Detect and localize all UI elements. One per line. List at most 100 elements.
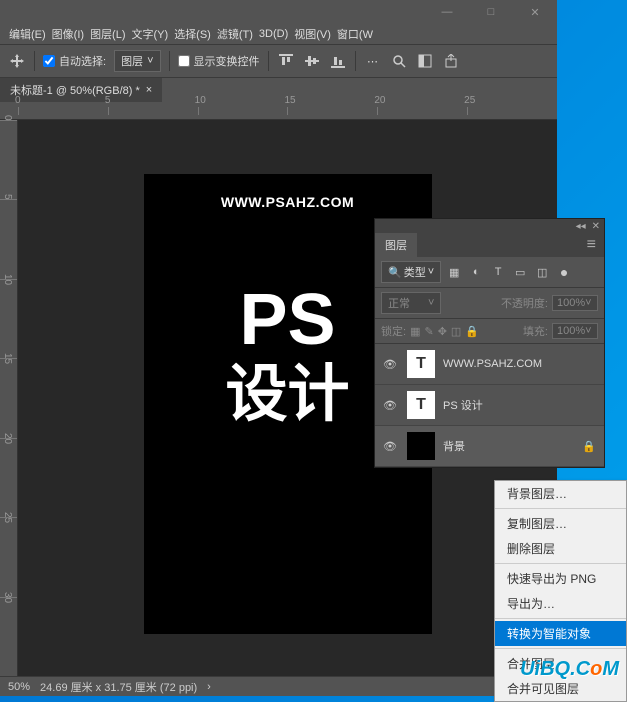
- visibility-icon[interactable]: 👁: [383, 440, 399, 453]
- lock-icon: 🔒: [582, 440, 596, 453]
- canvas-url-text: WWW.PSAHZ.COM: [144, 194, 432, 210]
- doc-title: 未标题-1 @ 50%(RGB/8) *: [10, 82, 140, 98]
- chevron-down-icon: ˅: [147, 55, 153, 67]
- separator: [495, 648, 626, 649]
- separator: [34, 51, 35, 71]
- lock-all-icon[interactable]: 🔒: [465, 325, 479, 338]
- close-button[interactable]: ✕: [513, 0, 557, 24]
- fill-input[interactable]: 100%˅: [552, 323, 598, 339]
- lock-row: 锁定: ▦ ✎ ✥ ◫ 🔒 填充: 100%˅: [375, 319, 604, 344]
- filter-shape-icon[interactable]: ▭: [511, 264, 529, 280]
- menu-filter[interactable]: 滤镜(T): [214, 24, 256, 44]
- separator: [355, 51, 356, 71]
- panel-tabs: 图层 ≡: [375, 233, 604, 257]
- doc-dims: 24.69 厘米 x 31.75 厘米 (72 ppi): [40, 679, 197, 695]
- tab-layers[interactable]: 图层: [375, 233, 417, 257]
- close-tab-icon[interactable]: ×: [146, 84, 152, 96]
- layers-panel: ◂◂ ✕ 图层 ≡ 🔍 类型 ˅ ▦ ◐ T ▭ ◫ ● 正常 ˅ 不透明度: …: [374, 218, 605, 468]
- lock-artboard-icon[interactable]: ◫: [451, 325, 461, 338]
- menu-edit[interactable]: 编辑(E): [6, 24, 49, 44]
- visibility-icon[interactable]: 👁: [383, 358, 399, 371]
- more-icon[interactable]: ⋯: [364, 52, 382, 70]
- layer-filter-row: 🔍 类型 ˅ ▦ ◐ T ▭ ◫ ●: [375, 257, 604, 288]
- text-layer-thumb: T: [407, 391, 435, 419]
- lock-brush-icon[interactable]: ✎: [424, 325, 433, 338]
- horizontal-ruler: 0 5 10 15 20 25: [0, 102, 557, 120]
- text-layer-thumb: T: [407, 350, 435, 378]
- menu-quick-export[interactable]: 快速导出为 PNG: [495, 566, 626, 591]
- move-tool-icon[interactable]: [8, 52, 26, 70]
- filter-toggle-icon[interactable]: ●: [555, 264, 573, 280]
- filter-pixel-icon[interactable]: ▦: [445, 264, 463, 280]
- titlebar: — □ ✕: [0, 0, 557, 24]
- menu-convert-smart[interactable]: 转换为智能对象: [495, 621, 626, 646]
- filter-smart-icon[interactable]: ◫: [533, 264, 551, 280]
- show-transform-input[interactable]: [178, 55, 190, 67]
- menu-export-as[interactable]: 导出为…: [495, 591, 626, 616]
- layer-dropdown[interactable]: 图层 ˅: [114, 50, 160, 72]
- menu-image[interactable]: 图像(I): [49, 24, 87, 44]
- vertical-ruler: 0 5 10 15 20 25 30: [0, 120, 18, 676]
- separator: [495, 618, 626, 619]
- menu-duplicate[interactable]: 复制图层…: [495, 511, 626, 536]
- search-icon[interactable]: [390, 52, 408, 70]
- menubar: 编辑(E) 图像(I) 图层(L) 文字(Y) 选择(S) 滤镜(T) 3D(D…: [0, 24, 557, 44]
- maximize-button[interactable]: □: [469, 0, 513, 24]
- layer-item[interactable]: 👁 T WWW.PSAHZ.COM: [375, 344, 604, 385]
- blend-mode-dropdown[interactable]: 正常 ˅: [381, 292, 441, 314]
- visibility-icon[interactable]: 👁: [383, 399, 399, 412]
- filter-text-icon[interactable]: T: [489, 264, 507, 280]
- chevron-down-icon: ˅: [428, 266, 434, 278]
- opacity-label: 不透明度:: [501, 295, 548, 311]
- watermark: UiBQ.CoM: [520, 658, 619, 681]
- menu-view[interactable]: 视图(V): [291, 24, 334, 44]
- collapse-icon[interactable]: ◂◂: [576, 221, 586, 232]
- separator: [495, 508, 626, 509]
- menu-bg-layer[interactable]: 背景图层…: [495, 481, 626, 506]
- opacity-input[interactable]: 100%˅: [552, 295, 598, 311]
- lock-label: 锁定:: [381, 323, 406, 339]
- lock-pixels-icon[interactable]: ▦: [410, 325, 420, 338]
- share-icon[interactable]: [442, 52, 460, 70]
- layer-item[interactable]: 👁 背景 🔒: [375, 426, 604, 467]
- chevron-down-icon: ˅: [428, 297, 434, 309]
- menu-select[interactable]: 选择(S): [171, 24, 214, 44]
- menu-delete[interactable]: 删除图层: [495, 536, 626, 561]
- separator: [169, 51, 170, 71]
- auto-select-input[interactable]: [43, 55, 55, 67]
- menu-window[interactable]: 窗口(W: [334, 24, 376, 44]
- fill-label: 填充:: [523, 323, 548, 339]
- separator: [495, 563, 626, 564]
- filter-adjust-icon[interactable]: ◐: [467, 264, 485, 280]
- blend-mode-row: 正常 ˅ 不透明度: 100%˅: [375, 288, 604, 319]
- filter-type-dropdown[interactable]: 🔍 类型 ˅: [381, 261, 441, 283]
- align-top-icon[interactable]: [277, 52, 295, 70]
- bg-layer-thumb: [407, 432, 435, 460]
- layer-name[interactable]: WWW.PSAHZ.COM: [443, 358, 542, 370]
- panel-titlebar[interactable]: ◂◂ ✕: [375, 219, 604, 233]
- auto-select-checkbox[interactable]: 自动选择:: [43, 53, 106, 69]
- arrange-icon[interactable]: [416, 52, 434, 70]
- show-transform-label: 显示变换控件: [194, 53, 260, 69]
- menu-layer[interactable]: 图层(L): [87, 24, 128, 44]
- lock-position-icon[interactable]: ✥: [438, 325, 447, 338]
- search-icon: 🔍: [388, 266, 402, 279]
- menu-3d[interactable]: 3D(D): [256, 26, 291, 42]
- panel-menu-icon[interactable]: ≡: [579, 236, 604, 254]
- auto-select-label: 自动选择:: [59, 53, 106, 69]
- chevron-right-icon[interactable]: ›: [207, 681, 211, 693]
- layer-name[interactable]: 背景: [443, 438, 465, 454]
- zoom-value[interactable]: 50%: [8, 681, 30, 693]
- minimize-button[interactable]: —: [425, 0, 469, 24]
- align-vcenter-icon[interactable]: [303, 52, 321, 70]
- toolbar: 自动选择: 图层 ˅ 显示变换控件 ⋯: [0, 44, 557, 78]
- document-tab[interactable]: 未标题-1 @ 50%(RGB/8) * ×: [0, 78, 162, 102]
- panel-close-icon[interactable]: ✕: [592, 221, 600, 232]
- statusbar: 50% 24.69 厘米 x 31.75 厘米 (72 ppi) ›: [0, 676, 557, 696]
- separator: [268, 51, 269, 71]
- align-bottom-icon[interactable]: [329, 52, 347, 70]
- layer-item[interactable]: 👁 T PS 设计: [375, 385, 604, 426]
- layer-name[interactable]: PS 设计: [443, 397, 483, 413]
- show-transform-checkbox[interactable]: 显示变换控件: [178, 53, 260, 69]
- menu-text[interactable]: 文字(Y): [129, 24, 172, 44]
